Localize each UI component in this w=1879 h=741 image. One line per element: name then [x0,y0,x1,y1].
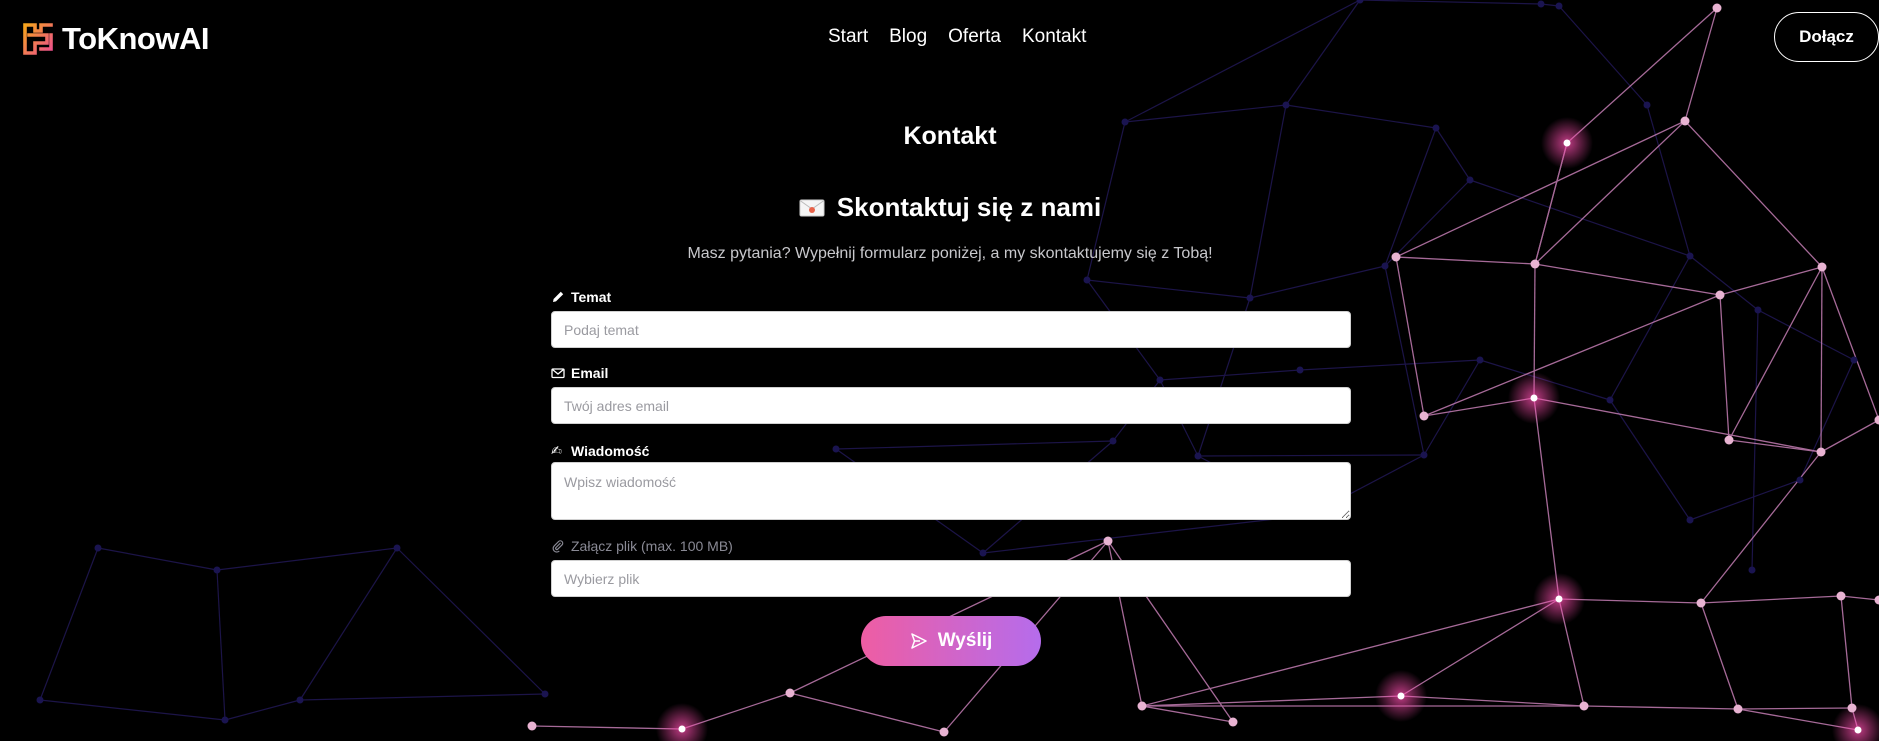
attachment-label-text: Załącz plik (max. 100 MB) [571,538,733,554]
message-label-text: Wiadomość [571,443,650,459]
contact-section: Kontakt Skontaktuj się z nami Masz pytan… [0,0,1879,741]
message-textarea[interactable] [551,462,1351,520]
writing-hand-icon: ✍ [551,443,562,458]
form-title: Skontaktuj się z nami [0,192,1879,223]
pencil-icon [553,291,564,302]
form-subtitle: Masz pytania? Wypełnij formularz poniżej… [687,245,1213,262]
submit-button-label: Wyślij [937,630,993,651]
subject-label-text: Temat [571,289,612,305]
paperclip-icon [552,540,564,553]
file-picker-placeholder: Wybierz plik [564,570,640,587]
mail-icon [551,368,565,379]
email-label-text: Email [571,365,609,381]
message-label: ✍ Wiadomość [551,443,649,459]
file-picker[interactable]: Wybierz plik [551,560,1351,597]
page-title: Kontakt [903,122,997,150]
email-input[interactable] [551,387,1351,424]
email-label: Email [551,365,608,381]
envelope-icon [799,199,825,216]
attachment-label: Załącz plik (max. 100 MB) [551,538,733,554]
submit-button[interactable]: Wyślij [861,616,1041,666]
form-title-text: Skontaktuj się z nami [836,192,1102,222]
send-icon [910,633,927,649]
subject-input[interactable] [551,311,1351,348]
subject-label: Temat [551,289,611,305]
